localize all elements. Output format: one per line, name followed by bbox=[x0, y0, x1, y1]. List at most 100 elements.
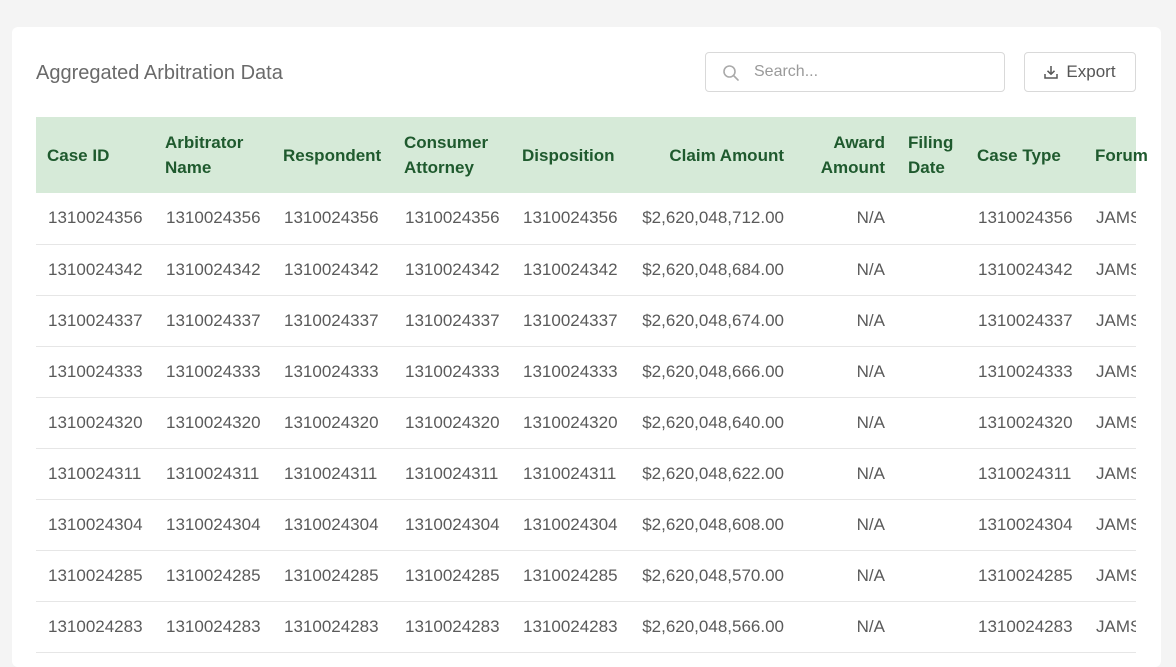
cell-claim-amount: $2,620,048,608.00 bbox=[642, 514, 784, 534]
cell-forum: JAMS bbox=[1096, 565, 1136, 585]
cell-award-amount: N/A bbox=[856, 361, 885, 381]
cell-disposition: 1310024304 bbox=[523, 514, 618, 534]
cell-case-id: 1310024285 bbox=[48, 565, 143, 585]
cell-case-type: 1310024304 bbox=[978, 514, 1073, 534]
cell-forum: JAMS bbox=[1096, 412, 1136, 432]
table-row[interactable]: 1310024320 1310024320 1310024320 1310024320… bbox=[36, 397, 1136, 448]
export-label: Export bbox=[1066, 62, 1116, 81]
cell-forum: JAMS bbox=[1096, 616, 1136, 636]
data-card: Aggregated Arbitration Data Export Case … bbox=[12, 27, 1161, 667]
search-input[interactable] bbox=[754, 53, 994, 91]
cell-case-type: 1310024320 bbox=[978, 412, 1073, 432]
cell-filing-date bbox=[897, 448, 966, 499]
page-title: Aggregated Arbitration Data bbox=[36, 62, 283, 84]
cell-case-id: 1310024337 bbox=[48, 310, 143, 330]
cell-case-id: 1310024283 bbox=[48, 616, 143, 636]
export-button[interactable]: Export bbox=[1024, 52, 1136, 92]
data-table: Case ID Arbitrator Name Respondent Consu… bbox=[36, 117, 1148, 653]
cell-case-type: 1310024311 bbox=[978, 463, 1072, 483]
cell-disposition: 1310024283 bbox=[523, 616, 618, 636]
cell-disposition: 1310024356 bbox=[523, 208, 618, 228]
cell-disposition: 1310024333 bbox=[523, 361, 618, 381]
column-header-award-amount[interactable]: Award Amount bbox=[796, 117, 897, 193]
cell-award-amount: N/A bbox=[856, 565, 885, 585]
cell-claim-amount: $2,620,048,622.00 bbox=[642, 463, 784, 483]
cell-disposition: 1310024342 bbox=[523, 259, 618, 279]
download-icon bbox=[1044, 66, 1059, 79]
cell-consumer-attorney: 1310024285 bbox=[405, 565, 500, 585]
cell-claim-amount: $2,620,048,674.00 bbox=[642, 310, 784, 330]
table-row[interactable]: 1310024356 1310024356 1310024356 1310024356… bbox=[36, 193, 1136, 244]
data-table-container: Case ID Arbitrator Name Respondent Consu… bbox=[36, 117, 1148, 653]
cell-consumer-attorney: 1310024356 bbox=[405, 208, 500, 228]
cell-award-amount: N/A bbox=[856, 310, 885, 330]
cell-respondent: 1310024356 bbox=[284, 208, 379, 228]
cell-respondent: 1310024283 bbox=[284, 616, 379, 636]
cell-consumer-attorney: 1310024311 bbox=[405, 463, 499, 483]
cell-case-id: 1310024342 bbox=[48, 259, 143, 279]
cell-respondent: 1310024304 bbox=[284, 514, 379, 534]
cell-claim-amount: $2,620,048,570.00 bbox=[642, 565, 784, 585]
cell-award-amount: N/A bbox=[856, 259, 885, 279]
cell-respondent: 1310024342 bbox=[284, 259, 379, 279]
cell-filing-date bbox=[897, 601, 966, 652]
cell-consumer-attorney: 1310024342 bbox=[405, 259, 500, 279]
search-icon bbox=[723, 65, 739, 81]
table-row[interactable]: 1310024333 1310024333 1310024333 1310024333… bbox=[36, 346, 1136, 397]
cell-case-type: 1310024342 bbox=[978, 259, 1073, 279]
cell-disposition: 1310024337 bbox=[523, 310, 618, 330]
table-row[interactable]: 1310024311 1310024311 1310024311 1310024311… bbox=[36, 448, 1136, 499]
table-row[interactable]: 1310024283 1310024283 1310024283 1310024283… bbox=[36, 601, 1136, 652]
column-header-case-type[interactable]: Case Type bbox=[966, 117, 1084, 193]
cell-forum: JAMS bbox=[1096, 361, 1136, 381]
cell-consumer-attorney: 1310024304 bbox=[405, 514, 500, 534]
cell-forum: JAMS bbox=[1096, 208, 1136, 228]
cell-forum: JAMS bbox=[1096, 514, 1136, 534]
cell-filing-date bbox=[897, 499, 966, 550]
column-header-claim-amount[interactable]: Claim Amount bbox=[629, 117, 796, 193]
cell-respondent: 1310024285 bbox=[284, 565, 379, 585]
table-row[interactable]: 1310024304 1310024304 1310024304 1310024304… bbox=[36, 499, 1136, 550]
cell-respondent: 1310024320 bbox=[284, 412, 379, 432]
cell-case-id: 1310024311 bbox=[48, 463, 142, 483]
cell-arbitrator-name: 1310024356 bbox=[166, 208, 261, 228]
cell-arbitrator-name: 1310024283 bbox=[166, 616, 261, 636]
column-header-respondent[interactable]: Respondent bbox=[272, 117, 393, 193]
cell-filing-date bbox=[897, 295, 966, 346]
column-header-consumer-attorney[interactable]: Consumer Attorney bbox=[393, 117, 511, 193]
cell-claim-amount: $2,620,048,684.00 bbox=[642, 259, 784, 279]
cell-case-type: 1310024337 bbox=[978, 310, 1073, 330]
cell-arbitrator-name: 1310024320 bbox=[166, 412, 261, 432]
cell-award-amount: N/A bbox=[856, 514, 885, 534]
cell-case-type: 1310024283 bbox=[978, 616, 1073, 636]
table-row[interactable]: 1310024342 1310024342 1310024342 1310024342… bbox=[36, 244, 1136, 295]
table-row[interactable]: 1310024285 1310024285 1310024285 1310024285… bbox=[36, 550, 1136, 601]
search-box[interactable] bbox=[705, 52, 1005, 92]
column-header-arbitrator-name[interactable]: Arbitrator Name bbox=[154, 117, 272, 193]
cell-respondent: 1310024337 bbox=[284, 310, 379, 330]
cell-award-amount: N/A bbox=[856, 463, 885, 483]
column-header-forum[interactable]: Forum bbox=[1084, 117, 1148, 193]
cell-case-id: 1310024356 bbox=[48, 208, 143, 228]
cell-disposition: 1310024285 bbox=[523, 565, 618, 585]
column-header-disposition[interactable]: Disposition bbox=[511, 117, 629, 193]
cell-filing-date bbox=[897, 550, 966, 601]
cell-case-type: 1310024285 bbox=[978, 565, 1073, 585]
cell-arbitrator-name: 1310024311 bbox=[166, 463, 260, 483]
cell-arbitrator-name: 1310024337 bbox=[166, 310, 261, 330]
cell-award-amount: N/A bbox=[856, 412, 885, 432]
cell-filing-date bbox=[897, 397, 966, 448]
cell-disposition: 1310024311 bbox=[523, 463, 617, 483]
cell-claim-amount: $2,620,048,712.00 bbox=[642, 208, 784, 228]
cell-respondent: 1310024311 bbox=[284, 463, 378, 483]
cell-consumer-attorney: 1310024337 bbox=[405, 310, 500, 330]
cell-forum: JAMS bbox=[1096, 259, 1136, 279]
table-body: 1310024356 1310024356 1310024356 1310024356… bbox=[36, 193, 1136, 652]
table-row[interactable]: 1310024337 1310024337 1310024337 1310024337… bbox=[36, 295, 1136, 346]
cell-arbitrator-name: 1310024304 bbox=[166, 514, 261, 534]
column-header-filing-date[interactable]: Filing Date bbox=[897, 117, 966, 193]
column-header-case-id[interactable]: Case ID bbox=[36, 117, 154, 193]
cell-award-amount: N/A bbox=[856, 616, 885, 636]
cell-case-id: 1310024320 bbox=[48, 412, 143, 432]
table-header-row: Case ID Arbitrator Name Respondent Consu… bbox=[36, 117, 1148, 193]
